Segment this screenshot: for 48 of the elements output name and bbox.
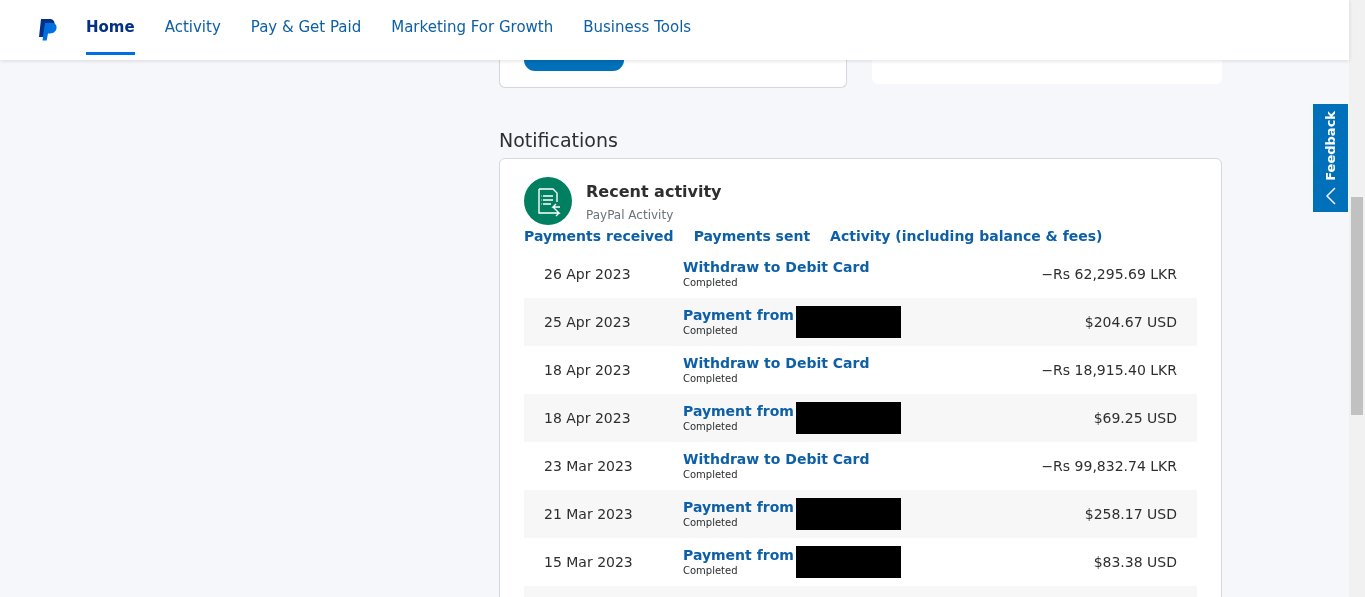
status-text: Completed: [683, 564, 739, 578]
activity-list-icon: [524, 177, 572, 225]
date-text: 23 Mar 2023: [543, 456, 634, 476]
nav-tab[interactable]: Activity: [164, 0, 221, 55]
filter-link[interactable]: Activity (including balance & fees): [830, 226, 1103, 247]
feedback-tab[interactable]: Feedback: [1313, 104, 1348, 212]
activity-row[interactable]: 21 Mar 2023 Payment from Completed $258.17 USD: [524, 490, 1197, 538]
date-text: 15 Mar 2023: [543, 552, 634, 572]
card-subtitle: PayPal Activity: [586, 207, 675, 224]
filter-link[interactable]: Payments received: [524, 226, 674, 247]
cut-off-button[interactable]: [524, 60, 624, 71]
nav-tab[interactable]: Marketing For Growth: [391, 0, 554, 55]
amount-text: −Rs 18,915.40 LKR: [1041, 360, 1178, 380]
transaction-link[interactable]: Payment from: [683, 498, 794, 516]
status-text: Completed: [683, 420, 739, 434]
transaction-link[interactable]: Withdraw to Debit Card: [683, 258, 870, 276]
amount-text: $69.25 USD: [1093, 408, 1178, 428]
status-text: Completed: [683, 324, 739, 338]
activity-row[interactable]: 18 Apr 2023 Payment from Completed $69.25 USD: [524, 394, 1197, 442]
activity-row[interactable]: 25 Apr 2023 Payment from Completed $204.67 USD: [524, 298, 1197, 346]
nav-tab[interactable]: Home: [86, 0, 135, 55]
nav-tab[interactable]: Pay & Get Paid: [250, 0, 362, 55]
amount-text: −Rs 62,295.69 LKR: [1041, 264, 1178, 284]
date-text: 21 Mar 2023: [543, 504, 634, 524]
status-text: Completed: [683, 516, 739, 530]
date-text: 18 Apr 2023: [543, 360, 632, 380]
status-text: Completed: [683, 468, 739, 482]
logo-icon[interactable]: [38, 19, 58, 41]
amount-text: −Rs 99,832.74 LKR: [1041, 456, 1178, 476]
transaction-link[interactable]: Withdraw to Debit Card: [683, 354, 870, 372]
date-text: 26 Apr 2023: [543, 264, 632, 284]
date-text: 25 Apr 2023: [543, 312, 632, 332]
status-text: Completed: [683, 372, 739, 386]
transaction-link[interactable]: Payment from: [683, 546, 794, 564]
amount-text: $258.17 USD: [1084, 504, 1178, 524]
transaction-link[interactable]: Payment from: [683, 402, 794, 420]
amount-text: $204.67 USD: [1084, 312, 1178, 332]
status-text: Completed: [683, 276, 739, 290]
amount-text: $83.38 USD: [1093, 552, 1178, 572]
filter-link[interactable]: Payments sent: [693, 226, 811, 247]
section-heading: Notifications: [499, 128, 619, 152]
chevron-left-icon: [1325, 186, 1336, 205]
date-text: 18 Apr 2023: [543, 408, 632, 428]
transaction-link[interactable]: Withdraw to Debit Card: [683, 450, 870, 468]
card-title: Recent activity: [586, 181, 722, 203]
scrollbar[interactable]: [1349, 0, 1365, 597]
transaction-link[interactable]: Payment from: [683, 306, 794, 324]
nav-tab[interactable]: Business Tools: [583, 0, 692, 55]
